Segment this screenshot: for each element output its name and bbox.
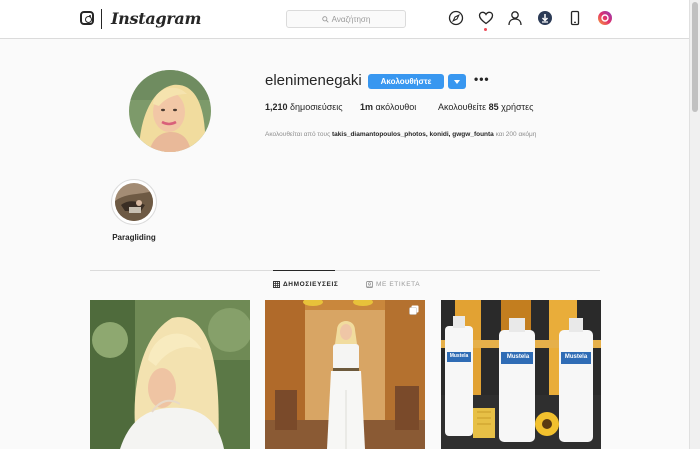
extension-gradient-icon[interactable] [597,10,613,26]
followed-by-suffix: και 200 ακόμη [495,131,537,138]
post-thumbnail-2[interactable] [265,300,425,449]
follow-button[interactable]: Ακολουθήστε [368,74,444,89]
post-thumbnail-3[interactable]: Mustela Mustela Mustela [441,300,601,449]
tab-posts-label: ΔΗΜΟΣΙΕΥΣΕΙΣ [283,281,339,288]
followed-by-text[interactable]: Ακολουθείται από τους takis_diamantopoul… [265,131,536,138]
followed-by-names: takis_diamantopoulos_photos, konidi, gwg… [332,131,494,138]
following-prefix: Ακολουθείτε [438,102,487,112]
following-count: 85 [488,102,499,112]
tabs-divider [90,270,600,271]
instagram-wordmark[interactable]: Instagram [111,9,201,28]
post-thumbnail-1[interactable] [90,300,250,449]
tab-posts[interactable]: ΔΗΜΟΣΙΕΥΣΕΙΣ [273,281,338,288]
posts-label: δημοσιεύσεις [290,102,343,112]
activity-heart-icon[interactable] [478,10,494,26]
instagram-camera-icon[interactable] [80,11,94,25]
profile-person-icon[interactable] [507,10,523,26]
following-stat[interactable]: Ακολουθείτε 85 χρήστες [438,102,533,112]
mobile-phone-icon[interactable] [567,10,583,26]
story-highlight-label: Paragliding [112,233,156,242]
suggestions-dropdown-button[interactable] [448,74,466,89]
followed-by-prefix: Ακολουθείται από τους [265,131,331,138]
profile-avatar[interactable] [129,70,211,152]
search-icon [321,15,329,23]
story-highlight-image[interactable] [115,183,153,221]
followers-count: 1m [360,102,374,112]
product-brand-label-3: Mustela [449,353,469,359]
multiple-posts-icon [409,305,419,315]
product-brand-label: Mustela [506,354,530,360]
search-placeholder: Αναζήτηση [331,14,371,24]
product-brand-label-2: Mustela [564,354,588,360]
page-scrollbar[interactable] [689,0,700,449]
grid-icon [273,281,280,288]
posts-count: 1,210 [265,102,288,112]
notification-dot [484,28,487,31]
tab-tagged-label: ΜΕ ΕΤΙΚΕΤΑ [376,281,421,288]
followers-stat[interactable]: 1m ακόλουθοι [360,102,416,112]
scrollbar-thumb[interactable] [692,2,698,112]
posts-count-stat: 1,210 δημοσιεύσεις [265,102,343,112]
explore-compass-icon[interactable] [448,10,464,26]
search-input[interactable]: Αναζήτηση [286,10,406,28]
followers-label: ακόλουθοι [375,102,417,112]
active-tab-indicator [273,270,335,271]
more-options-icon[interactable]: ••• [474,72,490,86]
download-extension-icon[interactable] [537,10,553,26]
following-suffix: χρήστες [501,102,534,112]
top-navigation-bar: Instagram Αναζήτηση [0,0,690,39]
logo-divider [101,9,102,29]
tab-tagged[interactable]: ΜΕ ΕΤΙΚΕΤΑ [366,281,420,288]
tagged-icon [366,281,373,288]
profile-username: elenimenegaki [265,72,362,89]
